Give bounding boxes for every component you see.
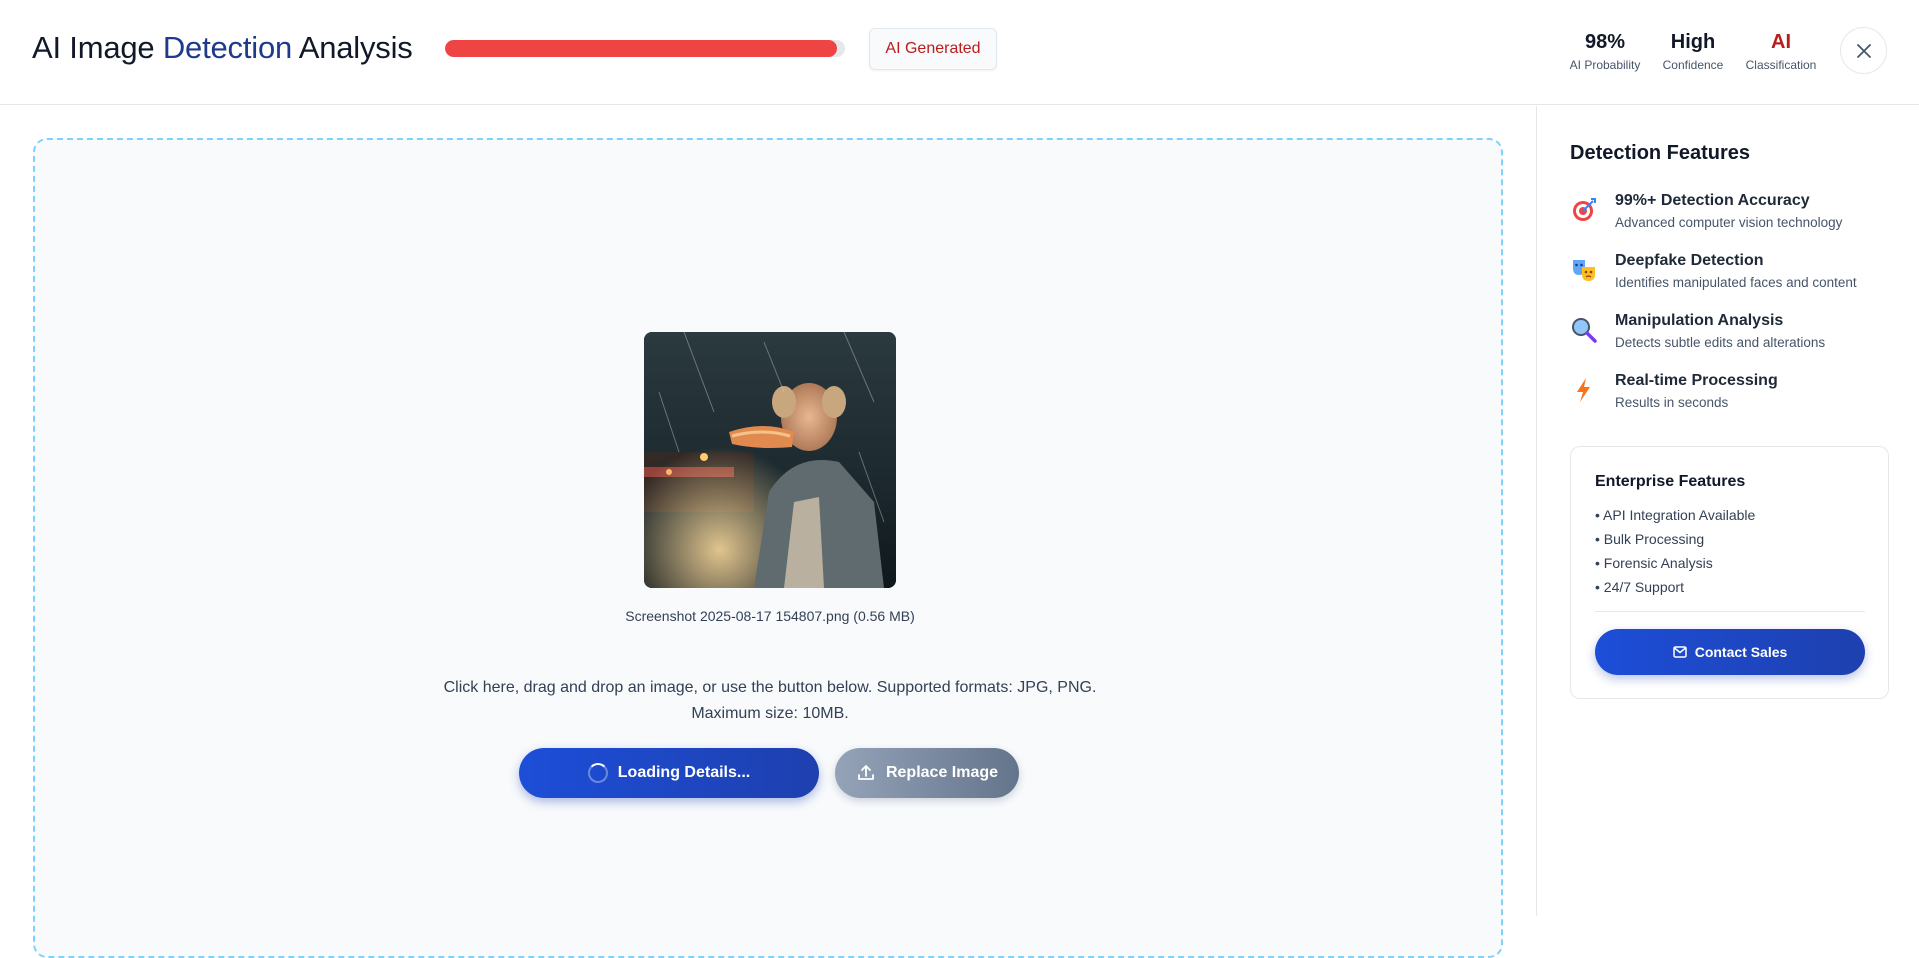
close-icon [1856, 43, 1871, 58]
target-icon [1570, 196, 1598, 224]
stat-ai-probability: 98% AI Probability [1567, 30, 1643, 72]
title-part1: AI Image [32, 30, 163, 65]
stat-value: AI [1771, 31, 1791, 53]
stat-label: AI Probability [1569, 58, 1641, 72]
lightning-icon [1570, 376, 1598, 404]
stat-label: Classification [1745, 58, 1817, 72]
page-title: AI Image Detection Analysis [32, 30, 413, 66]
features-sidebar: Detection Features 99%+ Detection Accura… [1536, 106, 1919, 916]
upload-instructions: Click here, drag and drop an image, or u… [420, 675, 1120, 727]
replace-image-label: Replace Image [885, 764, 999, 781]
contact-sales-label: Contact Sales [1694, 644, 1788, 660]
title-accent: Detection [162, 30, 293, 65]
spinner-icon [587, 763, 608, 783]
ai-probability-bar [445, 40, 845, 57]
close-button[interactable] [1840, 27, 1887, 74]
image-preview [644, 332, 896, 588]
feature-title: Real-time Processing [1615, 372, 1778, 389]
mail-icon [1672, 646, 1687, 658]
feature-description: Advanced computer vision technology [1615, 215, 1843, 230]
enterprise-title: Enterprise Features [1595, 473, 1746, 490]
list-item: • 24/7 Support [1595, 579, 1684, 595]
classification-badge: AI Generated [869, 28, 997, 70]
divider [1595, 611, 1865, 612]
feature-item: 99%+ Detection Accuracy Advanced compute… [1570, 192, 1910, 240]
stat-value: 98% [1584, 31, 1626, 53]
list-item: • Bulk Processing [1595, 531, 1705, 547]
stat-label: Confidence [1662, 58, 1724, 72]
replace-image-button[interactable]: Replace Image [835, 748, 1019, 798]
stat-classification: AI Classification [1742, 30, 1820, 72]
feature-title: Deepfake Detection [1615, 252, 1764, 269]
feature-description: Identifies manipulated faces and content [1615, 275, 1857, 290]
loading-details-label: Loading Details... [617, 764, 751, 781]
enterprise-card: Enterprise Features • API Integration Av… [1570, 446, 1889, 699]
preview-thumbnail [644, 332, 896, 588]
contact-sales-button[interactable]: Contact Sales [1595, 629, 1865, 675]
stat-confidence: High Confidence [1660, 30, 1726, 72]
feature-item: Manipulation Analysis Detects subtle edi… [1570, 312, 1910, 360]
list-item: • API Integration Available [1595, 507, 1756, 523]
app-header: AI Image Detection Analysis AI Generated… [0, 0, 1919, 105]
list-item: • Forensic Analysis [1595, 555, 1713, 571]
upload-icon [858, 765, 874, 780]
image-dropzone[interactable]: Screenshot 2025-08-17 154807.png (0.56 M… [33, 138, 1503, 958]
title-part2: Analysis [292, 30, 413, 65]
masks-icon [1570, 256, 1598, 284]
feature-description: Detects subtle edits and alterations [1615, 335, 1826, 350]
feature-item: Deepfake Detection Identifies manipulate… [1570, 252, 1910, 300]
ai-probability-bar-fill [445, 40, 837, 57]
enterprise-feature-list: • API Integration Available • Bulk Proce… [1595, 503, 1755, 599]
loading-details-button[interactable]: Loading Details... [519, 748, 819, 798]
feature-title: Manipulation Analysis [1615, 312, 1784, 329]
feature-title: 99%+ Detection Accuracy [1615, 192, 1810, 209]
main-area: Screenshot 2025-08-17 154807.png (0.56 M… [0, 106, 1536, 958]
magnifier-icon [1570, 316, 1598, 344]
stat-value: High [1670, 31, 1716, 53]
sidebar-title: Detection Features [1570, 142, 1751, 164]
instructions-line: Click here, drag and drop an image, or u… [443, 679, 1097, 696]
uploaded-file-name: Screenshot 2025-08-17 154807.png (0.56 M… [625, 608, 915, 624]
feature-description: Results in seconds [1615, 395, 1729, 410]
feature-item: Real-time Processing Results in seconds [1570, 372, 1910, 420]
instructions-line: Maximum size: 10MB. [691, 705, 849, 722]
